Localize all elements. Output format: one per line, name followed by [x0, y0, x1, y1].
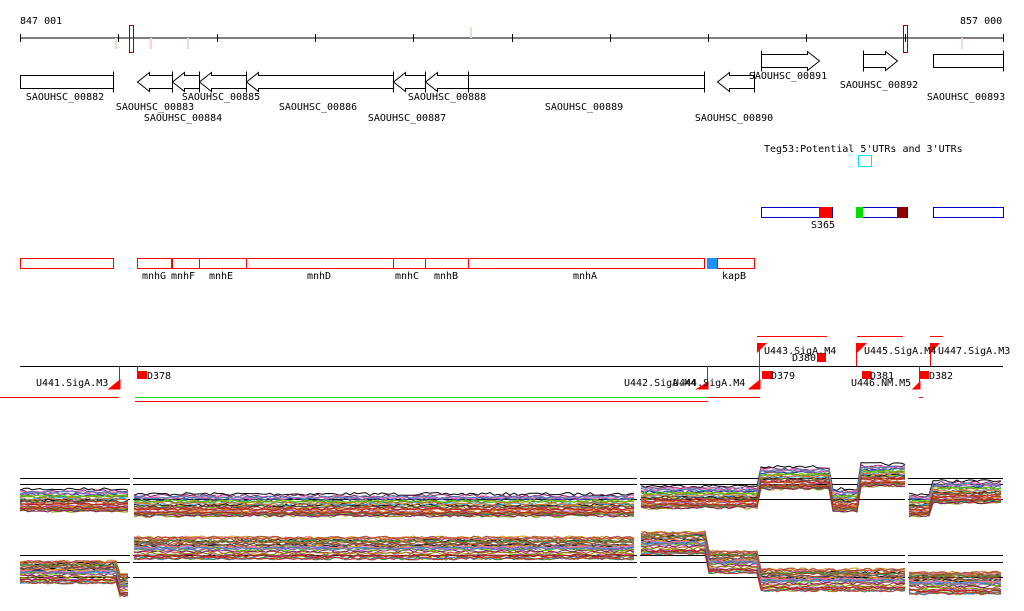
gene-label[interactable]: SAOUHSC_00890: [695, 113, 773, 124]
gene-box[interactable]: [172, 258, 200, 269]
operon-label: U444.SigA.M4: [673, 378, 745, 389]
gene-name: mnhA: [573, 271, 597, 282]
terminator-mark[interactable]: [137, 371, 147, 379]
utr-track: Teg53:Potential 5'UTRs and 3'UTRs S365: [761, 144, 1004, 231]
gene-arrow[interactable]: [761, 50, 821, 72]
terminator-mark[interactable]: [920, 371, 929, 379]
browser-canvas: 847 001 857 000 SAOUHSC_00882 SAOUHSC_00…: [0, 16, 1010, 600]
tss-arrow[interactable]: [911, 366, 921, 390]
gene-label[interactable]: SAOUHSC_00892: [840, 80, 918, 91]
utr-5prime-mark: [856, 207, 863, 218]
gene-arrow[interactable]: [392, 71, 426, 93]
gene-box[interactable]: [20, 258, 114, 269]
operon-track: U441.SigA.M3 D378 U442.SigA.M4 U444.SigA…: [0, 336, 1010, 402]
highlight-marker[interactable]: [129, 25, 134, 53]
gene-name: mnhD: [307, 271, 331, 282]
gene-box[interactable]: [199, 258, 247, 269]
gene-name: mnhC: [395, 271, 419, 282]
gene-label[interactable]: SAOUHSC_00884: [144, 113, 222, 124]
gene-arrow[interactable]: [933, 50, 1004, 72]
operon-label: U446.NM.M5: [851, 378, 911, 389]
coordinate-ruler: 847 001 857 000: [20, 16, 1004, 53]
gene-box[interactable]: [717, 258, 755, 269]
operon-label: D380: [792, 353, 816, 364]
ruler-start-label: 847 001: [20, 16, 62, 27]
ruler-end-label: 857 000: [960, 16, 1002, 27]
utr-legend-box: [858, 155, 872, 167]
gene-label[interactable]: SAOUHSC_00891: [749, 71, 827, 82]
gene-arrow[interactable]: [171, 71, 200, 93]
gene-name: mnhG: [142, 271, 166, 282]
gene-label[interactable]: SAOUHSC_00885: [182, 92, 260, 103]
tss-arrow[interactable]: [107, 366, 121, 390]
genome-browser-view: 847 001 857 000 SAOUHSC_00882 SAOUHSC_00…: [0, 0, 1024, 611]
gene-arrow[interactable]: [468, 71, 705, 93]
gene-label[interactable]: SAOUHSC_00883: [116, 102, 194, 113]
gene-box[interactable]: [425, 258, 469, 269]
gene-box[interactable]: [468, 258, 705, 269]
gene-name: mnhE: [209, 271, 233, 282]
gene-label[interactable]: SAOUHSC_00889: [545, 102, 623, 113]
operon-label: D379: [771, 371, 795, 382]
operon-label: U441.SigA.M3: [36, 378, 108, 389]
gene-arrow[interactable]: [424, 71, 469, 93]
operon-label: U447.SigA.M3: [938, 346, 1010, 357]
utr-feature-label: S365: [811, 220, 835, 231]
gene-label[interactable]: SAOUHSC_00886: [279, 102, 357, 113]
operon-label: D378: [147, 371, 171, 382]
gene-name-track: mnhG mnhF mnhE mnhD mnhC mnhB mnhA kapB: [20, 258, 755, 282]
utr-feature[interactable]: [933, 207, 1004, 218]
gene-name: mnhF: [171, 271, 195, 282]
gene-label[interactable]: SAOUHSC_00887: [368, 113, 446, 124]
utr-track-title: Teg53:Potential 5'UTRs and 3'UTRs: [764, 144, 963, 155]
gene-box-kapb-marker: [707, 258, 717, 269]
gene-arrow[interactable]: [245, 71, 394, 93]
gene-arrow[interactable]: [863, 50, 899, 72]
utr-3prime-mark: [819, 207, 832, 218]
gene-name: kapB: [722, 271, 746, 282]
gene-arrow[interactable]: [136, 71, 173, 93]
utr-3prime-mark: [897, 207, 907, 218]
gene-arrow[interactable]: [20, 71, 114, 93]
gene-name: mnhB: [434, 271, 458, 282]
expression-profile-line: [20, 580, 129, 598]
gene-arrow[interactable]: [198, 71, 247, 93]
gene-label[interactable]: SAOUHSC_00893: [927, 92, 1005, 103]
operon-label: D382: [929, 371, 953, 382]
gene-box[interactable]: [137, 258, 172, 269]
gene-box[interactable]: [393, 258, 426, 269]
gene-label[interactable]: SAOUHSC_00882: [26, 92, 104, 103]
expression-profile-line: [133, 491, 635, 497]
operon-label: U445.SigA.M4: [864, 346, 936, 357]
gene-box[interactable]: [246, 258, 394, 269]
expression-profile-tracks: [19, 455, 1003, 600]
gene-label[interactable]: SAOUHSC_00888: [408, 92, 486, 103]
